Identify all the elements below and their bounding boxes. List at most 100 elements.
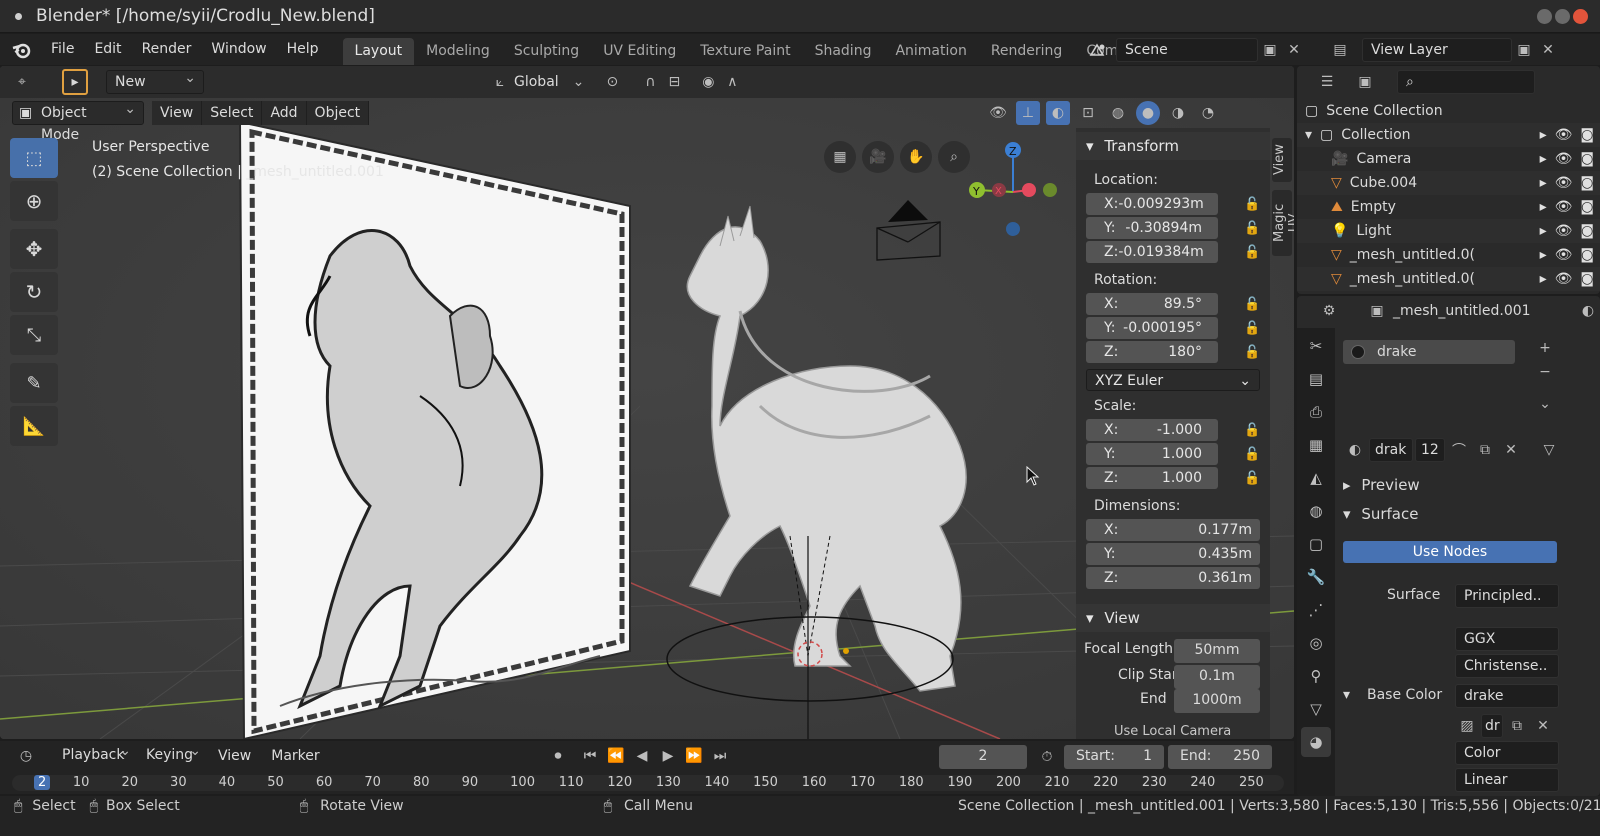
eye-icon[interactable]: 👁 — [1555, 175, 1573, 191]
physics-tab-icon[interactable]: ◎ — [1301, 628, 1331, 658]
solid-shading-icon[interactable]: ● — [1136, 101, 1160, 125]
add-slot-icon[interactable]: + — [1533, 336, 1557, 360]
outliner-search-input[interactable]: ⌕ — [1397, 70, 1535, 94]
tool-tab-icon[interactable]: ✂ — [1301, 331, 1331, 361]
tab-texture-paint[interactable]: Texture Paint — [688, 38, 802, 65]
location-z-field[interactable]: Z: -0.019384m — [1086, 241, 1218, 263]
clip-end-field[interactable]: 1000m — [1174, 689, 1260, 713]
lock-rotation-y-icon[interactable]: 🔓 — [1244, 321, 1260, 336]
xray-icon[interactable]: ⊡ — [1076, 101, 1100, 125]
annotate-tool[interactable]: ✎ — [10, 363, 58, 403]
timeline-marker-menu[interactable]: Marker — [261, 741, 329, 772]
pin-icon[interactable]: ◐ — [1576, 299, 1600, 323]
eye-icon[interactable]: 👁 — [1555, 127, 1573, 143]
play-reverse-icon[interactable]: ◀ — [630, 744, 654, 768]
view-panel-header[interactable]: ▾ View — [1076, 604, 1270, 632]
link-type-icon[interactable]: ▽ — [1537, 438, 1561, 462]
lock-rotation-z-icon[interactable]: 🔓 — [1244, 345, 1260, 360]
properties-type-icon[interactable]: ⚙ — [1317, 299, 1341, 323]
material-tab-icon[interactable]: ◕ — [1301, 727, 1331, 757]
rotation-z-field[interactable]: Z: 180° — [1086, 341, 1218, 363]
menu-render[interactable]: Render — [132, 34, 202, 65]
lock-scale-x-icon[interactable]: 🔓 — [1244, 423, 1260, 438]
scene-icon[interactable] — [1086, 38, 1110, 62]
jump-start-icon[interactable]: ⏮ — [578, 744, 602, 768]
sidebar-tab-magic-uv[interactable]: Magic UV — [1272, 190, 1294, 256]
world-tab-icon[interactable]: ◍ — [1301, 496, 1331, 526]
eye-icon[interactable]: 👁 — [1555, 247, 1573, 263]
maximize-icon[interactable] — [1555, 9, 1570, 24]
render-tab-icon[interactable]: ▤ — [1301, 364, 1331, 394]
camera-render-icon[interactable]: ◙ — [1580, 247, 1594, 263]
scene-name-field[interactable]: Scene — [1116, 38, 1258, 62]
camera-render-icon[interactable]: ◙ — [1580, 271, 1594, 287]
display-mode-icon[interactable]: ▣ — [1353, 70, 1377, 94]
transform-panel-header[interactable]: ▾ Transform — [1076, 132, 1270, 160]
pan-hand-icon[interactable]: ✋ — [900, 141, 932, 173]
scale-x-field[interactable]: X: -1.000 — [1086, 419, 1218, 441]
material-name-field[interactable]: drak — [1369, 438, 1413, 462]
clip-start-field[interactable]: 0.1m — [1174, 665, 1260, 689]
timeline-editor-type-icon[interactable]: ◷ — [14, 744, 38, 768]
select-toggle-icon[interactable]: ▸ — [1540, 127, 1547, 143]
surface-shader-field[interactable]: Principled.. — [1455, 584, 1559, 608]
falloff-icon[interactable]: ∧ — [720, 70, 744, 94]
move-tool[interactable]: ✥ — [10, 229, 58, 269]
overlay-icon[interactable]: ◐ — [1046, 101, 1070, 125]
image-name-field[interactable]: dr — [1481, 714, 1503, 738]
tab-uv-editing[interactable]: UV Editing — [591, 38, 688, 65]
outliner-type-icon[interactable]: ☰ — [1315, 70, 1339, 94]
object-tab-icon[interactable]: ▢ — [1301, 529, 1331, 559]
camera-view-icon[interactable]: 🎥 — [862, 141, 894, 173]
lock-scale-z-icon[interactable]: 🔓 — [1244, 471, 1260, 486]
new-view-layer-icon[interactable]: ▣ — [1512, 38, 1536, 62]
timeline-view-menu[interactable]: View — [208, 741, 261, 772]
keying-menu[interactable]: Keying — [138, 740, 208, 768]
view-layer-icon[interactable]: ▤ — [1328, 38, 1352, 62]
tab-modeling[interactable]: Modeling — [414, 38, 502, 65]
rendered-shading-icon[interactable]: ◔ — [1196, 101, 1220, 125]
duplicate-material-icon[interactable]: ⧉ — [1473, 438, 1497, 462]
preview-panel-header[interactable]: ▸ Preview — [1343, 476, 1420, 494]
orientation-chevron-icon[interactable]: ⌄ — [573, 74, 585, 90]
next-keyframe-icon[interactable]: ⏩ — [682, 744, 706, 768]
particles-tab-icon[interactable]: ⋰ — [1301, 595, 1331, 625]
camera-render-icon[interactable]: ◙ — [1580, 199, 1594, 215]
lock-location-z-icon[interactable]: 🔓 — [1244, 245, 1260, 260]
toggle-ortho-icon[interactable]: ▦ — [824, 141, 856, 173]
visibility-icon[interactable]: 👁 — [986, 101, 1010, 125]
camera-render-icon[interactable]: ◙ — [1580, 127, 1594, 143]
wireframe-shading-icon[interactable]: ◍ — [1106, 101, 1130, 125]
delete-view-layer-icon[interactable]: ✕ — [1536, 38, 1560, 62]
jump-end-icon[interactable]: ⏭ — [708, 744, 732, 768]
editor-type-icon[interactable]: ⌖ — [10, 70, 34, 94]
cursor-tool[interactable]: ⊕ — [10, 181, 58, 221]
camera-render-icon[interactable]: ◙ — [1580, 223, 1594, 239]
view-layer-tab-icon[interactable]: ▦ — [1301, 430, 1331, 460]
select-toggle-icon[interactable]: ▸ — [1540, 247, 1547, 263]
select-toggle-icon[interactable]: ▸ — [1540, 271, 1547, 287]
lock-rotation-x-icon[interactable]: 🔓 — [1244, 297, 1260, 312]
rotation-mode-dropdown[interactable]: XYZ Euler ⌄ — [1086, 369, 1260, 391]
location-y-field[interactable]: Y: -0.30894m — [1086, 217, 1218, 239]
gizmo-icon[interactable]: ⊥ — [1016, 101, 1040, 125]
lock-scale-y-icon[interactable]: 🔓 — [1244, 447, 1260, 462]
mode-dropdown[interactable]: ▣ Object Mode — [12, 98, 144, 143]
select-box-tool[interactable]: ⬚ — [10, 138, 58, 178]
distribution-dropdown[interactable]: GGX — [1455, 627, 1559, 651]
outliner-row-cube[interactable]: ▽ Cube.004 ▸ 👁 ◙ — [1297, 171, 1600, 195]
constraints-tab-icon[interactable]: ⚲ — [1301, 661, 1331, 691]
menu-view[interactable]: View — [152, 101, 203, 125]
focal-length-field[interactable]: 50mm — [1174, 639, 1260, 663]
outliner-row-light[interactable]: 💡 Light ▸ 👁 ◙ — [1297, 219, 1600, 243]
menu-select[interactable]: Select — [202, 101, 263, 125]
view-layer-field[interactable]: View Layer — [1362, 38, 1512, 62]
tab-shading[interactable]: Shading — [803, 38, 884, 65]
image-browse-icon[interactable]: ▨ — [1455, 714, 1479, 738]
menu-help[interactable]: Help — [277, 34, 329, 65]
subsurface-method-dropdown[interactable]: Christense.. — [1455, 654, 1559, 678]
select-toggle-icon[interactable]: ▸ — [1540, 151, 1547, 167]
modifier-tab-icon[interactable]: 🔧 — [1301, 562, 1331, 592]
delete-scene-icon[interactable]: ✕ — [1282, 38, 1306, 62]
measure-tool[interactable]: 📐 — [10, 406, 58, 446]
